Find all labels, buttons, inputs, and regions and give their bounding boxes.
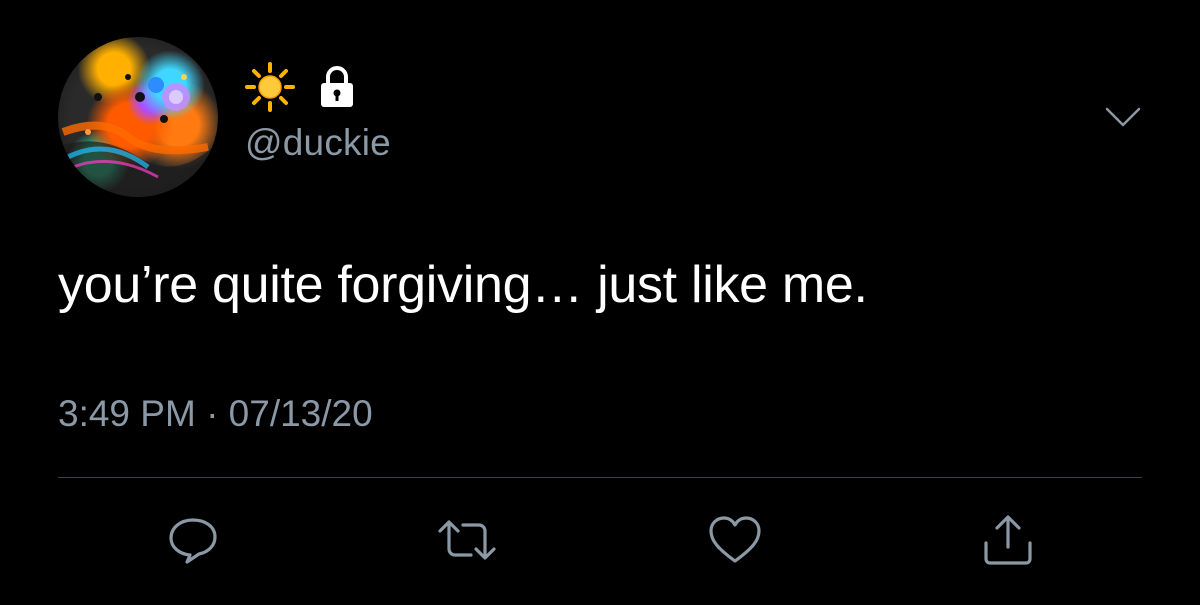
avatar-art xyxy=(58,74,218,197)
tweet-card: @duckie you’re quite forgiving… just lik… xyxy=(0,0,1200,605)
lock-icon xyxy=(317,65,357,109)
tweet-timestamp[interactable]: 3:49 PM · 07/13/20 xyxy=(58,393,373,435)
tweet-text: you’re quite forgiving… just like me. xyxy=(58,256,868,314)
divider xyxy=(58,477,1142,478)
user-handle[interactable]: @duckie xyxy=(245,122,391,164)
share-icon[interactable] xyxy=(978,510,1038,570)
like-icon[interactable] xyxy=(705,510,765,570)
retweet-icon[interactable] xyxy=(437,510,497,570)
display-name[interactable] xyxy=(245,62,357,112)
chevron-down-icon[interactable] xyxy=(1103,105,1143,129)
sun-icon xyxy=(245,62,295,112)
avatar[interactable] xyxy=(58,37,218,197)
reply-icon[interactable] xyxy=(163,510,223,570)
